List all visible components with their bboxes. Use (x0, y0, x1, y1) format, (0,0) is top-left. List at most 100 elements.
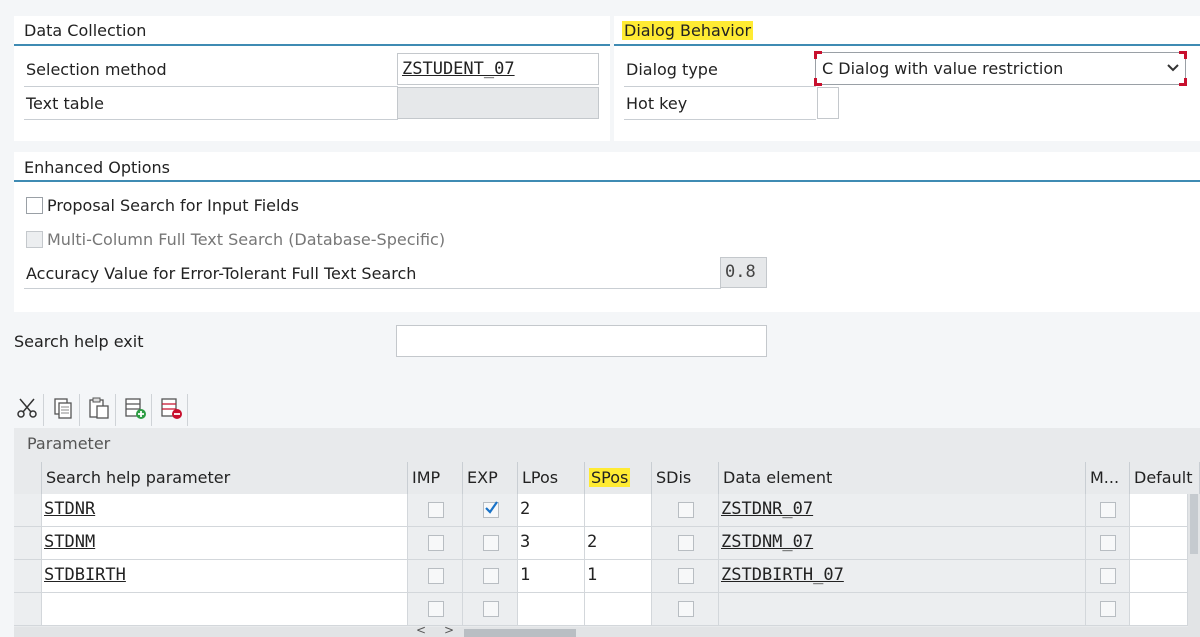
cell-sdis (652, 593, 719, 626)
selection-method-input[interactable]: ZSTUDENT_07 (397, 53, 599, 85)
paste-icon (87, 396, 111, 424)
parameter-table-title: Parameter (27, 434, 111, 453)
cell-spos[interactable]: 2 (585, 527, 652, 560)
selection-method-label: Selection method (26, 60, 167, 79)
cell-lpos-value: 3 (520, 532, 531, 552)
checkmark-icon (485, 501, 498, 514)
scroll-left-icon[interactable]: < (416, 623, 426, 637)
m-checkbox[interactable] (1100, 568, 1116, 584)
cell-param[interactable] (42, 593, 408, 626)
col-header-default[interactable]: Default (1130, 462, 1200, 494)
col-header-imp[interactable]: IMP (408, 462, 463, 494)
copy-button[interactable] (46, 394, 80, 426)
imp-checkbox[interactable] (428, 502, 444, 518)
text-table-label: Text table (26, 94, 104, 113)
vertical-scrollbar[interactable] (1188, 494, 1200, 627)
data-collection-separator (14, 44, 610, 46)
multi-column-label: Multi-Column Full Text Search (Database-… (47, 230, 446, 249)
delete-row-button[interactable] (154, 394, 188, 426)
cut-icon (15, 396, 39, 424)
row-selector-header (14, 462, 42, 494)
imp-checkbox[interactable] (428, 535, 444, 551)
cell-data-element[interactable]: ZSTDNM_07 (719, 527, 1086, 560)
row-selector[interactable] (14, 494, 42, 527)
cell-default[interactable] (1130, 593, 1188, 626)
sdis-checkbox[interactable] (678, 502, 694, 518)
m-checkbox[interactable] (1100, 502, 1116, 518)
cell-data-element[interactable]: ZSTDBIRTH_07 (719, 560, 1086, 593)
sdis-checkbox[interactable] (678, 568, 694, 584)
row-selector[interactable] (14, 593, 42, 626)
sdis-checkbox[interactable] (678, 601, 694, 617)
cell-default[interactable] (1130, 494, 1188, 527)
row-selector[interactable] (14, 560, 42, 593)
dialog-behavior-title: Dialog Behavior (622, 21, 754, 40)
cell-spos[interactable] (585, 593, 652, 626)
cell-default[interactable] (1130, 560, 1188, 593)
imp-checkbox[interactable] (428, 601, 444, 617)
cut-button[interactable] (10, 394, 44, 426)
exp-checkbox[interactable] (483, 535, 499, 551)
row-selector[interactable] (14, 527, 42, 560)
cell-param-value: STDNM (44, 532, 96, 552)
accuracy-value: 0.8 (725, 262, 756, 282)
cell-spos[interactable]: 1 (585, 560, 652, 593)
col-header-data-element[interactable]: Data element (719, 462, 1086, 494)
sdis-checkbox[interactable] (678, 535, 694, 551)
col-header-param[interactable]: Search help parameter (42, 462, 408, 494)
scroll-right-icon[interactable]: > (444, 623, 454, 637)
m-checkbox[interactable] (1100, 535, 1116, 551)
imp-checkbox[interactable] (428, 568, 444, 584)
cell-imp (408, 593, 463, 626)
multi-column-checkbox (26, 231, 43, 248)
hot-key-label: Hot key (626, 94, 688, 113)
col-header-exp[interactable]: EXP (463, 462, 518, 494)
cell-param[interactable]: STDNR (42, 494, 408, 527)
col-header-lpos[interactable]: LPos (518, 462, 585, 494)
exp-checkbox[interactable] (483, 501, 499, 518)
cell-spos-value: 1 (587, 565, 598, 585)
dialog-type-select[interactable]: C Dialog with value restriction (814, 51, 1187, 86)
paste-button[interactable] (82, 394, 116, 426)
cell-spos[interactable] (585, 494, 652, 527)
dialog-type-label: Dialog type (626, 60, 718, 79)
proposal-search-checkbox[interactable] (26, 197, 43, 214)
scrollbar-thumb[interactable] (464, 629, 576, 637)
exp-checkbox[interactable] (483, 601, 499, 617)
cell-imp (408, 494, 463, 527)
col-header-m[interactable]: M... (1086, 462, 1130, 494)
cell-sdis (652, 560, 719, 593)
proposal-search-label: Proposal Search for Input Fields (47, 196, 299, 215)
cell-lpos[interactable]: 1 (518, 560, 585, 593)
insert-row-button[interactable] (118, 394, 152, 426)
m-checkbox[interactable] (1100, 601, 1116, 617)
vertical-scrollbar-thumb[interactable] (1190, 494, 1198, 554)
col-header-spos[interactable]: SPos (585, 462, 652, 494)
enhanced-options-title: Enhanced Options (24, 158, 170, 177)
col-header-sdis[interactable]: SDis (652, 462, 719, 494)
cell-spos-value: 2 (587, 532, 598, 552)
cell-sdis (652, 527, 719, 560)
cell-data-element-value: ZSTDBIRTH_07 (721, 565, 844, 585)
cell-default[interactable] (1130, 527, 1188, 560)
cell-m (1086, 494, 1130, 527)
cell-data-element[interactable] (719, 593, 1086, 626)
cell-lpos[interactable]: 3 (518, 527, 585, 560)
cell-param[interactable]: STDBIRTH (42, 560, 408, 593)
cell-data-element-value: ZSTDNM_07 (721, 532, 814, 552)
cell-lpos[interactable]: 2 (518, 494, 585, 527)
cell-exp (463, 560, 518, 593)
accuracy-input: 0.8 (720, 257, 767, 288)
cell-m (1086, 593, 1130, 626)
exp-checkbox[interactable] (483, 568, 499, 584)
cell-param[interactable]: STDNM (42, 527, 408, 560)
cell-lpos[interactable] (518, 593, 585, 626)
cell-lpos-value: 2 (520, 499, 531, 519)
cell-sdis (652, 494, 719, 527)
search-help-exit-label: Search help exit (14, 332, 144, 351)
horizontal-scrollbar[interactable]: < > (14, 623, 1200, 637)
search-help-exit-input[interactable] (396, 325, 767, 357)
cell-imp (408, 527, 463, 560)
cell-data-element[interactable]: ZSTDNR_07 (719, 494, 1086, 527)
hot-key-input[interactable] (817, 87, 839, 119)
